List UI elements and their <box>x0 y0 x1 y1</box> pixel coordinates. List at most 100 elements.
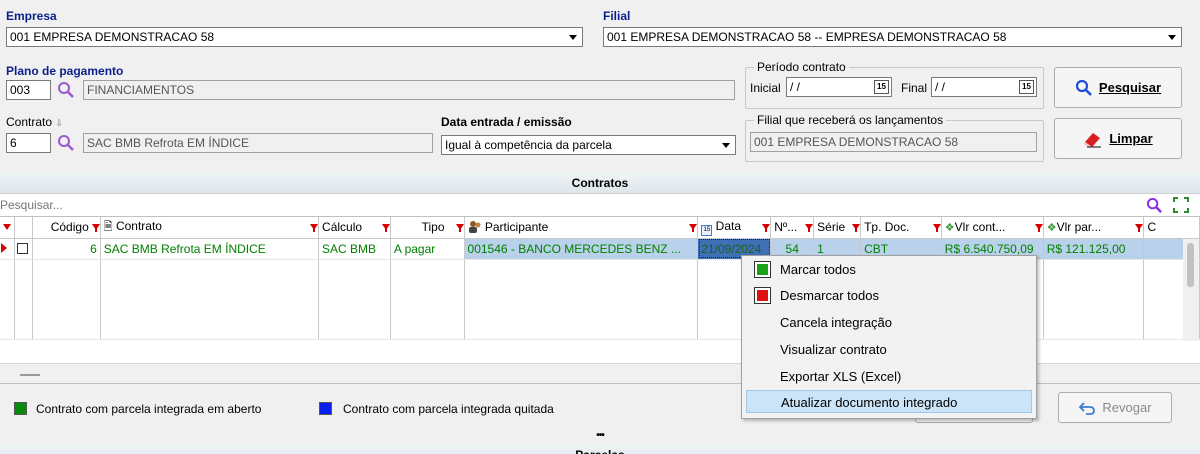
inicial-date-value: / / <box>790 80 801 94</box>
filter-icon[interactable] <box>3 224 11 231</box>
cell-participante[interactable]: 001546 - BANCO MERCEDES BENZ ... <box>464 238 699 260</box>
row-checkbox[interactable] <box>17 242 28 254</box>
filial-lanc-title: Filial que receberá os lançamentos <box>754 113 947 127</box>
contrato-label: Contrato ⇩ <box>6 115 63 129</box>
row-indicator <box>0 238 15 260</box>
filial-select[interactable]: 001 EMPRESA DEMONSTRACAO 58 -- EMPRESA D… <box>603 27 1182 47</box>
chevron-down-icon[interactable] <box>1164 29 1180 45</box>
filter-icon[interactable] <box>852 220 860 234</box>
column-header-label: Cálculo <box>322 220 363 235</box>
column-header-serie[interactable]: Série <box>813 217 862 239</box>
search-icon[interactable] <box>57 134 75 152</box>
column-header-label: Código <box>50 220 89 235</box>
vertical-scrollbar[interactable] <box>1183 239 1199 341</box>
expand-icon[interactable] <box>1172 196 1190 214</box>
column-header-tipo[interactable]: Tipo <box>390 217 465 239</box>
inicial-date-input[interactable]: / / 15 <box>786 77 892 97</box>
legend-aberto: Contrato com parcela integrada em aberto <box>36 402 262 416</box>
users-icon <box>468 221 481 234</box>
filter-icon[interactable] <box>91 220 100 234</box>
chevron-down-icon[interactable] <box>718 137 734 153</box>
menu-item-exportar-xls[interactable]: Exportar XLS (Excel) <box>746 365 1032 388</box>
final-label: Final <box>901 81 928 95</box>
column-header-label: Tipo <box>421 220 445 235</box>
money-icon: ❖ <box>944 222 955 235</box>
contrato-description: SAC BMB Refrota EM ÍNDICE <box>83 133 433 153</box>
plano-description: FINANCIAMENTOS <box>83 80 735 100</box>
menu-item-marcar-todos[interactable]: Marcar todos <box>746 258 1032 281</box>
column-header-label: Vlr par... <box>1056 220 1102 235</box>
scrollbar-thumb[interactable] <box>1187 243 1194 287</box>
eraser-icon <box>1084 132 1102 148</box>
column-header-data[interactable]: 15 Data <box>697 217 772 239</box>
column-header-participante[interactable]: Participante <box>464 217 699 239</box>
column-header-c[interactable]: C <box>1143 217 1200 239</box>
periodo-title: Período contrato <box>754 60 849 74</box>
document-icon: 🗎 <box>103 220 113 233</box>
context-menu: Marcar todos Desmarcar todos Cancela int… <box>741 255 1037 419</box>
filter-icon[interactable] <box>455 220 464 234</box>
undo-icon <box>1079 401 1096 415</box>
plano-label: Plano de pagamento <box>6 64 124 78</box>
column-header-label: Participante <box>484 220 549 235</box>
column-header-numero[interactable]: Nº... <box>770 217 815 239</box>
filter-icon[interactable] <box>805 220 813 234</box>
empresa-value: 001 EMPRESA DEMONSTRACAO 58 <box>10 30 215 44</box>
legend-green-swatch <box>14 402 27 415</box>
filter-icon[interactable] <box>932 220 941 234</box>
data-entrada-select[interactable]: Igual à competência da parcela <box>441 135 736 155</box>
checkbox-header <box>14 217 33 239</box>
filter-icon[interactable] <box>1135 220 1143 234</box>
row-checkbox-cell[interactable] <box>14 238 33 260</box>
revogar-button[interactable]: Revogar <box>1058 392 1172 423</box>
filter-icon[interactable] <box>1034 220 1043 234</box>
filter-icon[interactable] <box>310 220 318 234</box>
legend-blue-swatch <box>319 402 332 415</box>
inicial-label: Inicial <box>750 81 781 95</box>
column-header-calculo[interactable]: Cálculo <box>318 217 391 239</box>
limpar-button[interactable]: Limpar <box>1054 118 1182 159</box>
filter-icon[interactable] <box>381 220 390 234</box>
menu-item-label: Atualizar documento integrado <box>781 395 958 410</box>
final-date-input[interactable]: / / 15 <box>931 77 1037 97</box>
column-header-contrato[interactable]: 🗎 Contrato <box>100 217 320 239</box>
column-header-label: Nº... <box>774 220 798 235</box>
menu-item-label: Cancela integração <box>780 315 893 330</box>
calendar-icon[interactable]: 15 <box>1019 80 1034 94</box>
column-header-vlr-cont[interactable]: ❖Vlr cont... <box>941 217 1044 239</box>
filial-lanc-value: 001 EMPRESA DEMONSTRACAO 58 <box>750 132 1037 152</box>
cell-contrato[interactable]: SAC BMB Refrota EM ÍNDICE <box>100 238 320 260</box>
contrato-code-input[interactable]: 6 <box>6 133 51 153</box>
cell-calculo[interactable]: SAC BMB <box>318 238 391 260</box>
cell-codigo[interactable]: 6 <box>32 238 101 260</box>
column-header-label: Contrato <box>115 218 162 233</box>
menu-item-desmarcar-todos[interactable]: Desmarcar todos <box>746 284 1032 307</box>
menu-item-cancela-integracao[interactable]: Cancela integração <box>746 311 1032 334</box>
menu-item-label: Visualizar contrato <box>780 342 887 357</box>
empresa-select[interactable]: 001 EMPRESA DEMONSTRACAO 58 <box>6 27 583 47</box>
filter-icon[interactable] <box>762 220 770 234</box>
splitter-handle[interactable]: ••• <box>0 430 1200 441</box>
menu-item-label: Desmarcar todos <box>780 288 879 303</box>
scrollbar-thumb[interactable] <box>20 374 40 376</box>
grid-search-input[interactable] <box>0 195 1140 215</box>
column-header-label: Série <box>817 220 846 235</box>
plano-code-input[interactable]: 003 <box>6 80 51 100</box>
column-header-codigo[interactable]: Código <box>32 217 101 239</box>
column-header-label: Tp. Doc. <box>864 220 910 235</box>
filter-icon[interactable] <box>689 220 697 234</box>
menu-item-visualizar-contrato[interactable]: Visualizar contrato <box>746 338 1032 361</box>
column-header-tpdoc[interactable]: Tp. Doc. <box>860 217 942 239</box>
calendar-icon[interactable]: 15 <box>874 80 889 94</box>
pesquisar-button[interactable]: Pesquisar <box>1054 67 1182 108</box>
column-header-label: Vlr cont... <box>954 220 1006 235</box>
search-icon[interactable] <box>57 81 75 99</box>
contratos-section-title: Contratos <box>0 173 1200 193</box>
menu-item-atualizar-documento[interactable]: Atualizar documento integrado <box>746 390 1032 413</box>
chevron-down-icon[interactable] <box>565 29 581 45</box>
search-icon[interactable] <box>1146 197 1163 214</box>
cell-tipo[interactable]: A pagar <box>390 238 465 260</box>
column-header-vlr-par[interactable]: ❖Vlr par... <box>1043 217 1145 239</box>
cell-vlr-par[interactable]: R$ 121.125,00 <box>1043 238 1145 260</box>
grid-search-bar <box>0 193 1200 216</box>
